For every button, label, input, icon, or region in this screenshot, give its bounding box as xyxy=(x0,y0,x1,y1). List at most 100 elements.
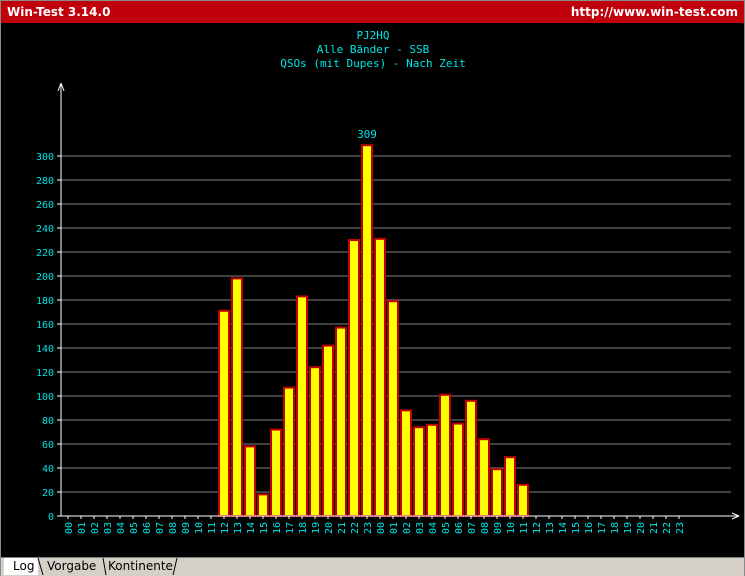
chart-title: PJ2HQ xyxy=(356,29,389,42)
x-tick-label-10: 10 xyxy=(506,522,517,534)
y-tick-label: 280 xyxy=(36,176,54,187)
y-tick-label: 20 xyxy=(42,488,54,499)
x-tick-label-11: 11 xyxy=(207,522,218,534)
x-tick-label-08: 08 xyxy=(480,522,491,534)
y-tick-label: 100 xyxy=(36,392,54,403)
bar-06 xyxy=(452,422,464,518)
x-tick-label-20: 20 xyxy=(324,522,335,534)
x-tick-label-02: 02 xyxy=(90,522,101,534)
x-tick-label-10: 10 xyxy=(194,522,205,534)
title-bar: Win-Test 3.14.0 http://www.win-test.com xyxy=(1,1,744,23)
x-tick-label-23: 23 xyxy=(675,522,686,534)
x-tick-label-11: 11 xyxy=(519,522,530,534)
tab-vorgabe-label: Vorgabe xyxy=(47,559,97,573)
x-tick-label-17: 17 xyxy=(597,522,608,534)
x-tick-label-19: 19 xyxy=(623,522,634,534)
tab-log-label: Log xyxy=(13,559,35,573)
bar-11 xyxy=(517,483,529,517)
tab-log[interactable]: Log xyxy=(4,558,38,575)
bar-22 xyxy=(348,239,360,517)
y-tick-label: 180 xyxy=(36,296,54,307)
x-tick-label-15: 15 xyxy=(571,522,582,534)
chart-subtitle: Alle Bänder - SSB xyxy=(317,43,430,56)
tab-kontinente-label: Kontinente xyxy=(108,559,173,573)
chart-subtitle-2: QSOs (mit Dupes) - Nach Zeit xyxy=(280,57,465,70)
bar-17 xyxy=(283,386,295,517)
bar-14 xyxy=(244,445,256,517)
x-tick-label-18: 18 xyxy=(298,522,309,534)
window-title: Win-Test 3.14.0 xyxy=(7,5,111,19)
x-tick-label-00: 00 xyxy=(376,522,387,534)
x-tick-label-00: 00 xyxy=(64,522,75,534)
x-tick-label-21: 21 xyxy=(337,522,348,534)
x-tick-label-20: 20 xyxy=(636,522,647,534)
x-tick-label-15: 15 xyxy=(259,522,270,534)
x-tick-label-02: 02 xyxy=(402,522,413,534)
bar-04 xyxy=(426,423,438,517)
bar-18 xyxy=(296,295,308,517)
bar-05 xyxy=(439,393,451,517)
bar-07 xyxy=(465,399,477,517)
bar-01 xyxy=(387,300,399,518)
x-tick-label-03: 03 xyxy=(415,522,426,534)
y-tick-label: 120 xyxy=(36,368,54,379)
y-tick-label: 0 xyxy=(48,512,54,523)
y-tick-label: 80 xyxy=(42,416,54,427)
x-tick-label-06: 06 xyxy=(454,522,465,534)
x-tick-label-16: 16 xyxy=(272,522,283,534)
x-tick-label-01: 01 xyxy=(389,522,400,534)
x-tick-label-21: 21 xyxy=(649,522,660,534)
y-tick-label: 40 xyxy=(42,464,54,475)
bar-19 xyxy=(309,366,321,518)
max-value-label: 309 xyxy=(357,128,377,141)
x-tick-label-12: 12 xyxy=(220,522,231,534)
bar-15 xyxy=(257,493,269,517)
x-tick-label-06: 06 xyxy=(142,522,153,534)
bar-02 xyxy=(400,409,412,517)
x-tick-label-04: 04 xyxy=(116,522,127,534)
x-tick-label-17: 17 xyxy=(285,522,296,534)
x-tick-label-16: 16 xyxy=(584,522,595,534)
x-tick-label-08: 08 xyxy=(168,522,179,534)
bar-20 xyxy=(322,344,334,517)
bar-16 xyxy=(270,428,282,518)
x-tick-labels: 00 01 02 03 04 05 06 07 08 09 10 11 12 13 14 15 16 17 18 19… xyxy=(64,516,686,534)
y-tick-label: 300 xyxy=(36,152,54,163)
x-tick-label-05: 05 xyxy=(129,522,140,534)
x-tick-label-01: 01 xyxy=(77,522,88,534)
x-tick-label-07: 07 xyxy=(155,522,166,534)
bar-13 xyxy=(231,277,243,517)
x-tick-label-03: 03 xyxy=(103,522,114,534)
bar-10 xyxy=(504,456,516,518)
x-tick-label-04: 04 xyxy=(428,522,439,534)
bar-23 xyxy=(361,144,373,517)
bar-12 xyxy=(218,309,230,517)
x-tick-label-09: 09 xyxy=(181,522,192,534)
x-tick-label-07: 07 xyxy=(467,522,478,534)
x-tick-label-14: 14 xyxy=(246,522,257,534)
x-tick-label-05: 05 xyxy=(441,522,452,534)
x-tick-label-12: 12 xyxy=(532,522,543,534)
y-tick-label: 200 xyxy=(36,272,54,283)
x-tick-label-22: 22 xyxy=(350,522,361,534)
y-tick-label: 260 xyxy=(36,200,54,211)
tab-vorgabe[interactable]: Vorgabe xyxy=(41,558,103,575)
x-tick-label-18: 18 xyxy=(610,522,621,534)
bar-21 xyxy=(335,326,347,517)
y-tick-labels: 0 20 40 60 80 100 120 140 160 180 200 220 240 260 280 3… xyxy=(36,152,61,523)
x-tick-label-22: 22 xyxy=(662,522,673,534)
x-tick-label-13: 13 xyxy=(545,522,556,534)
x-tick-label-13: 13 xyxy=(233,522,244,534)
x-tick-label-14: 14 xyxy=(558,522,569,534)
tab-kontinente[interactable]: Kontinente xyxy=(105,558,177,575)
chart-area: PJ2HQ Alle Bänder - SSB QSOs (mit Dupes)… xyxy=(1,23,744,557)
y-tick-label: 160 xyxy=(36,320,54,331)
website-url: http://www.win-test.com xyxy=(570,5,738,19)
y-tick-label: 140 xyxy=(36,344,54,355)
x-tick-label-09: 09 xyxy=(493,522,504,534)
x-tick-label-23: 23 xyxy=(363,522,374,534)
tab-bar: Log Vorgabe Kontinente xyxy=(1,557,744,576)
bar-00 xyxy=(374,237,386,518)
y-tick-label: 220 xyxy=(36,248,54,259)
bars xyxy=(218,144,529,518)
